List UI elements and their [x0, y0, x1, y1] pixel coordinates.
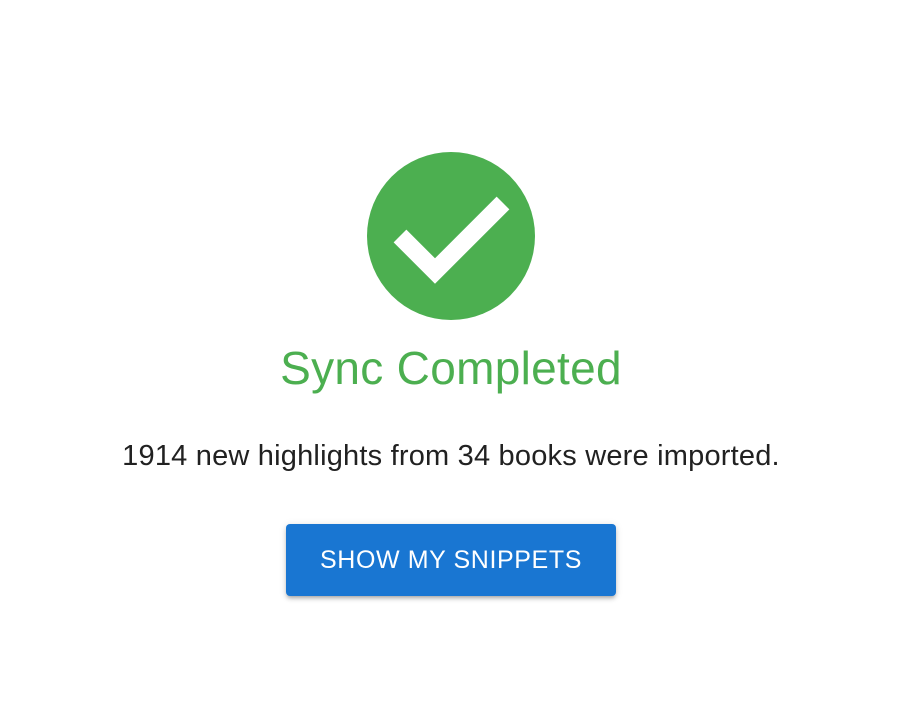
sync-complete-screen: Sync Completed 1914 new highlights from … [0, 0, 906, 702]
check-circle-icon [367, 152, 535, 320]
show-my-snippets-button[interactable]: SHOW MY SNIPPETS [286, 524, 616, 596]
button-label: SHOW MY SNIPPETS [320, 545, 582, 574]
status-title: Sync Completed [280, 342, 622, 394]
status-message: 1914 new highlights from 34 books were i… [122, 440, 780, 472]
